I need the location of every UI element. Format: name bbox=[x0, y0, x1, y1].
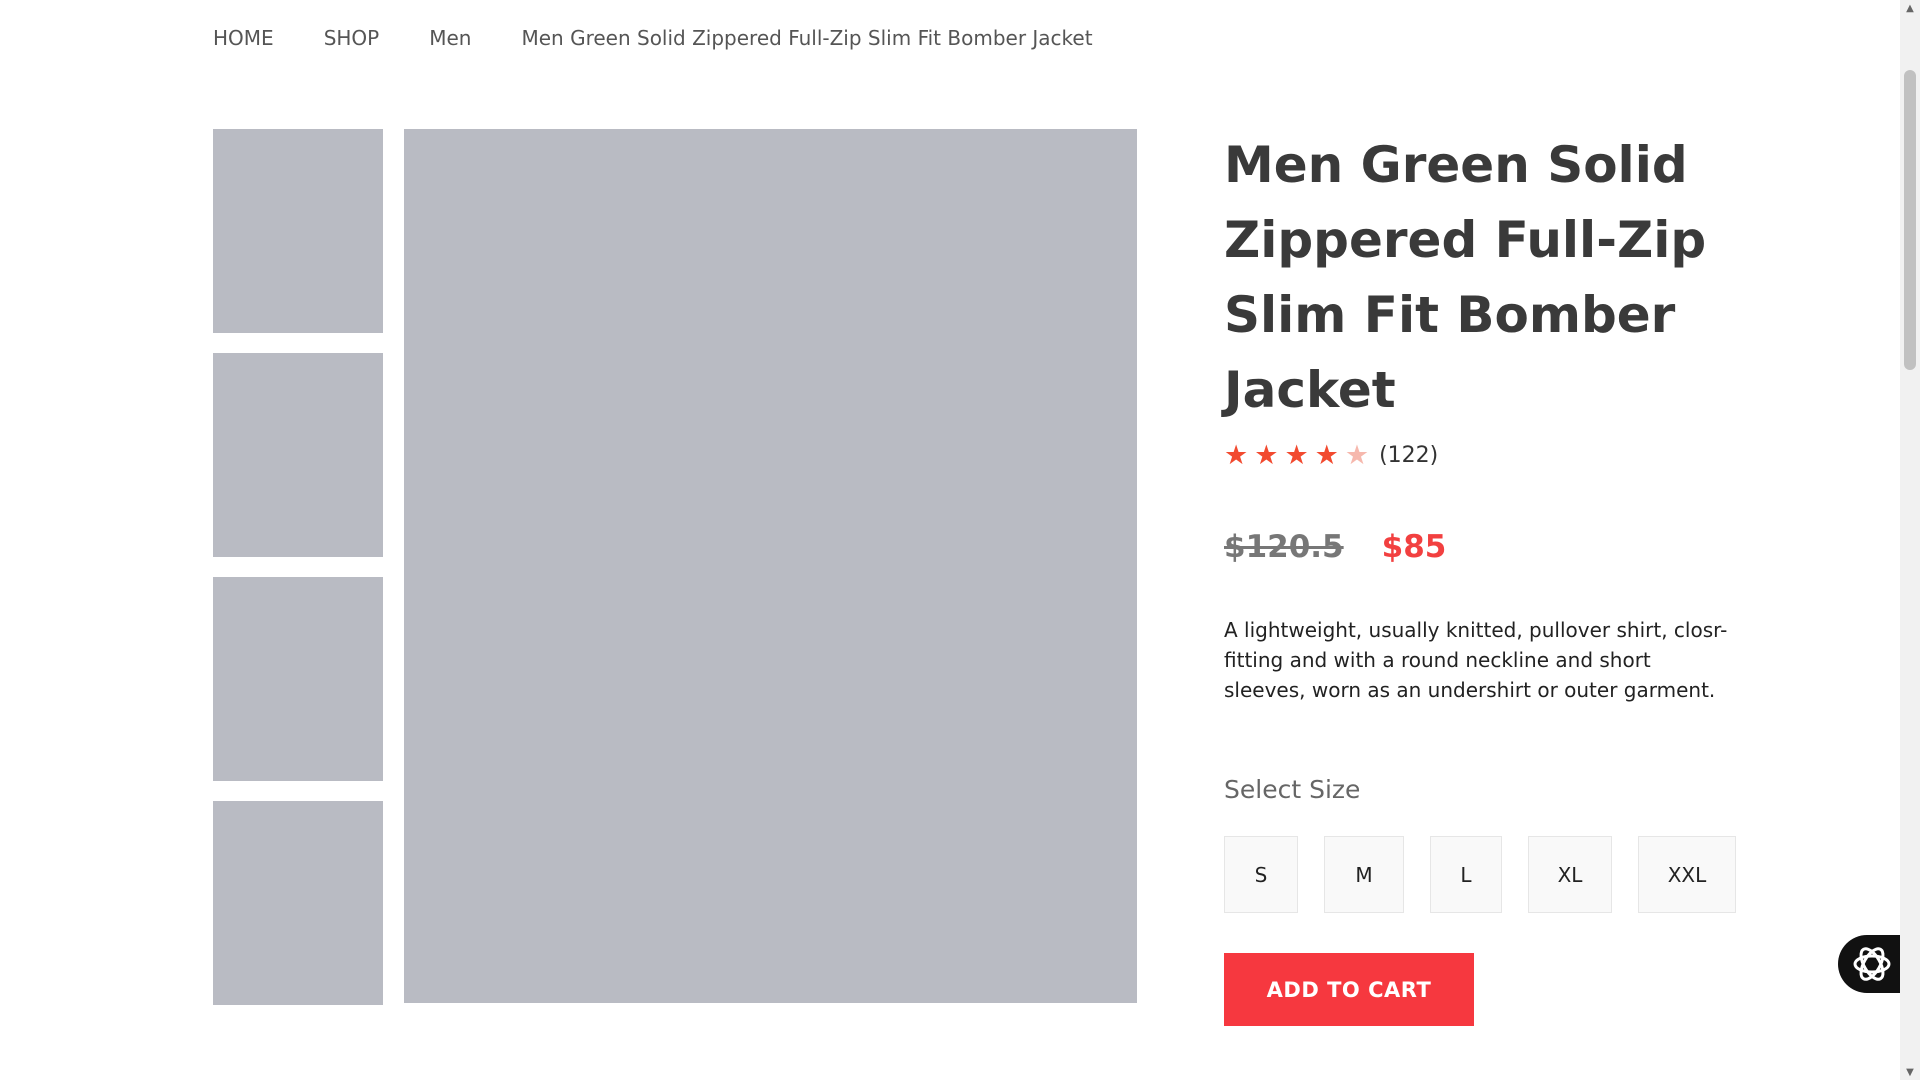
size-option-s[interactable]: S bbox=[1224, 836, 1298, 913]
size-option-xxl[interactable]: XXL bbox=[1638, 836, 1736, 913]
breadcrumb-current: Men Green Solid Zippered Full-Zip Slim F… bbox=[521, 26, 1093, 50]
product-rating: ★ ★ ★ ★ ★ (122) bbox=[1224, 442, 1744, 469]
price-block: $120.5 $85 bbox=[1224, 529, 1744, 565]
breadcrumb-home[interactable]: HOME bbox=[213, 26, 274, 50]
star-icon: ★ bbox=[1254, 440, 1279, 471]
breadcrumb-shop[interactable]: SHOP bbox=[324, 26, 380, 50]
star-empty-icon: ★ bbox=[1344, 440, 1370, 471]
thumbnail-gallery bbox=[213, 129, 383, 1025]
chat-widget-button[interactable] bbox=[1838, 935, 1908, 993]
breadcrumb: HOME SHOP Men Men Green Solid Zippered F… bbox=[213, 26, 1093, 50]
sale-price: $85 bbox=[1381, 529, 1447, 565]
size-label: Select Size bbox=[1224, 775, 1361, 804]
star-icon: ★ bbox=[1314, 440, 1339, 471]
scroll-up-icon[interactable]: ▲ bbox=[1900, 0, 1920, 16]
product-thumbnail-2[interactable] bbox=[213, 353, 383, 557]
size-option-m[interactable]: M bbox=[1324, 836, 1404, 913]
scroll-down-icon[interactable]: ▼ bbox=[1900, 1064, 1920, 1080]
main-product-image[interactable] bbox=[404, 129, 1137, 1003]
star-icon: ★ bbox=[1224, 440, 1249, 471]
star-icon: ★ bbox=[1284, 440, 1309, 471]
product-description: A lightweight, usually knitted, pullover… bbox=[1224, 618, 1728, 702]
product-thumbnail-1[interactable] bbox=[213, 129, 383, 333]
size-selector: S M L XL XXL bbox=[1224, 836, 1744, 913]
size-option-l[interactable]: L bbox=[1430, 836, 1502, 913]
breadcrumb-men[interactable]: Men bbox=[429, 26, 471, 50]
chat-assistant-icon bbox=[1850, 942, 1894, 986]
review-count: (122) bbox=[1379, 443, 1439, 468]
size-option-xl[interactable]: XL bbox=[1528, 836, 1612, 913]
scroll-thumb[interactable] bbox=[1904, 70, 1916, 370]
add-to-cart-button[interactable]: ADD TO CART bbox=[1224, 953, 1474, 1026]
product-thumbnail-4[interactable] bbox=[213, 801, 383, 1005]
original-price: $120.5 bbox=[1224, 529, 1344, 565]
product-info: Men Green Solid Zippered Full-Zip Slim F… bbox=[1224, 128, 1744, 1026]
vertical-scrollbar[interactable]: ▲ ▼ bbox=[1900, 0, 1920, 1080]
product-title: Men Green Solid Zippered Full-Zip Slim F… bbox=[1224, 136, 1707, 419]
product-page: HOME SHOP Men Men Green Solid Zippered F… bbox=[0, 0, 1908, 1080]
product-thumbnail-3[interactable] bbox=[213, 577, 383, 781]
